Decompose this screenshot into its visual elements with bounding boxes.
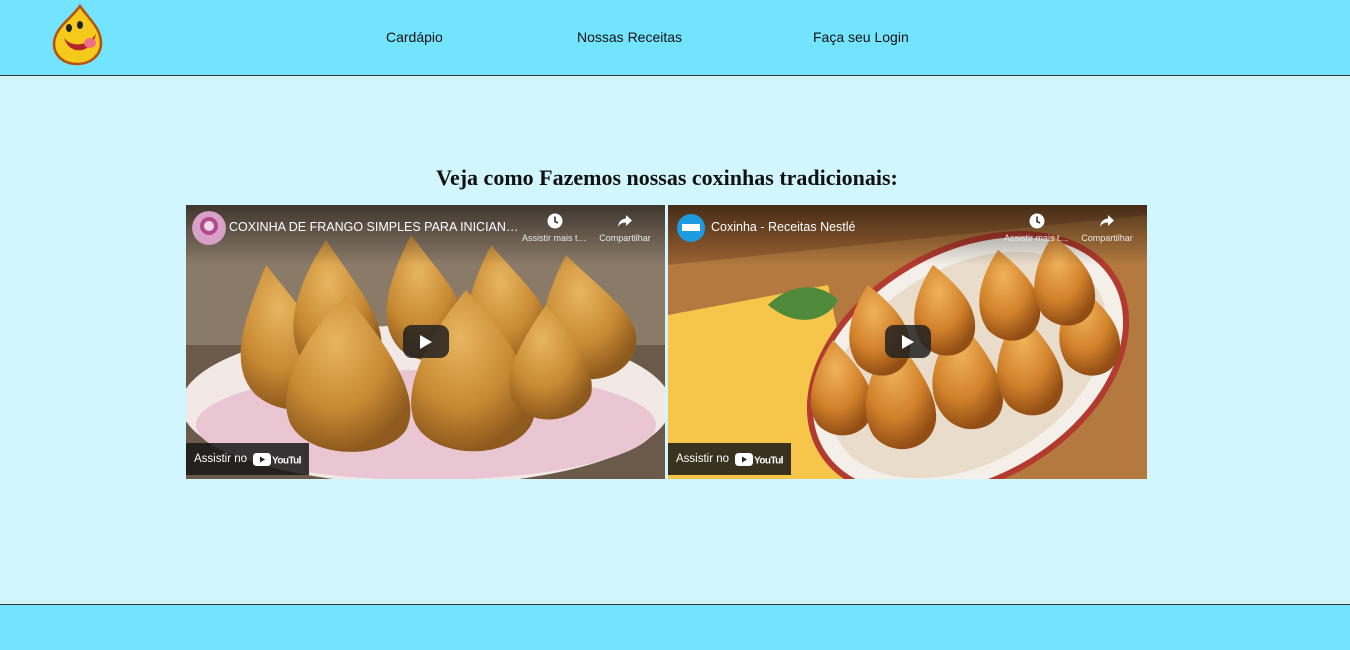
watch-later-label: Assistir mais tarde [1004,233,1070,243]
youtube-logo-icon: YouTube [253,453,301,466]
channel-avatar[interactable] [192,211,226,245]
watch-later-button[interactable]: Assistir mais tarde [522,213,588,243]
share-button[interactable]: Compartilhar [592,213,658,243]
play-button[interactable] [403,325,449,358]
watch-on-label: Assistir no [194,453,248,465]
share-arrow-icon [1100,215,1114,227]
nav-link-login[interactable]: Faça seu Login [813,29,909,45]
nav-link-recipes[interactable]: Nossas Receitas [577,29,682,45]
youtube-logo-icon: YouTube [735,453,783,466]
play-icon [902,335,914,349]
watch-later-label: Assistir mais tarde [522,233,588,243]
share-label: Compartilhar [1081,233,1133,243]
video-embed-coxinha-frango[interactable]: COXINHA DE FRANGO SIMPLES PARA INICIANTE… [186,205,665,479]
clock-icon [1029,213,1045,229]
site-footer [0,604,1350,650]
play-button[interactable] [885,325,931,358]
video-title[interactable]: COXINHA DE FRANGO SIMPLES PARA INICIANTE… [229,220,524,234]
watch-later-button[interactable]: Assistir mais tarde [1004,213,1070,243]
share-label: Compartilhar [599,233,651,243]
channel-avatar[interactable] [674,211,708,245]
smiling-drop-logo[interactable] [50,4,104,66]
share-button[interactable]: Compartilhar [1074,213,1140,243]
site-header: Cardápio Nossas Receitas Faça seu Login [0,0,1350,76]
watch-on-youtube-button[interactable]: Assistir no YouTube [668,443,791,475]
watch-on-youtube-button[interactable]: Assistir no YouTube [186,443,309,475]
svg-text:YouTube: YouTube [272,456,301,467]
video-embed-coxinha-nestle[interactable]: Coxinha - Receitas Nestlé Assistir mais … [668,205,1147,479]
play-icon [420,335,432,349]
clock-icon [547,213,563,229]
video-title[interactable]: Coxinha - Receitas Nestlé [711,220,1011,234]
watch-on-label: Assistir no [676,453,730,465]
page-title: Veja como Fazemos nossas coxinhas tradic… [436,165,898,190]
nav-link-cardapio[interactable]: Cardápio [386,29,443,45]
share-arrow-icon [618,215,632,227]
svg-text:YouTube: YouTube [754,456,783,467]
